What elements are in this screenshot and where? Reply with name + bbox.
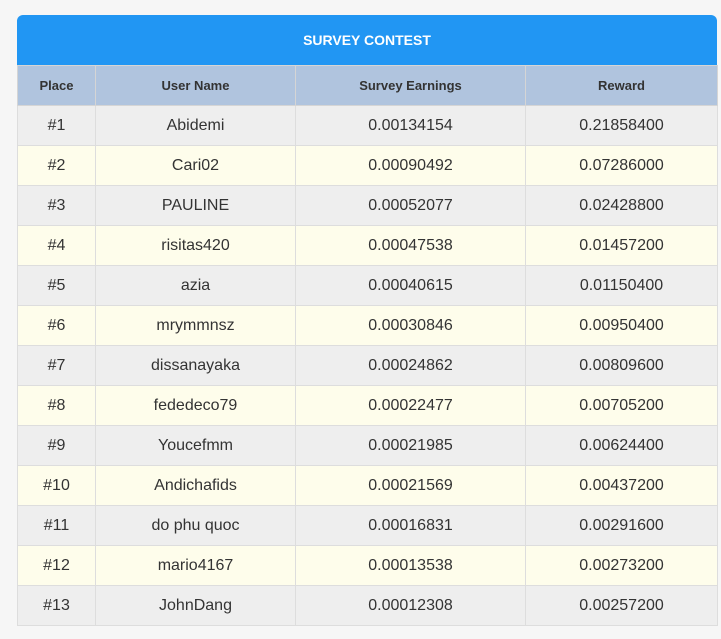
place-cell: #9: [17, 425, 96, 466]
column-header-survey-earnings: Survey Earnings: [295, 65, 526, 106]
table-row: #11 do phu quoc 0.00016831 0.00291600: [17, 505, 718, 546]
user-name-cell: Andichafids: [95, 465, 296, 506]
earnings-cell: 0.00024862: [295, 345, 526, 386]
place-cell: #2: [17, 145, 96, 186]
table-row: #4 risitas420 0.00047538 0.01457200: [17, 225, 718, 266]
user-name-cell: mrymmnsz: [95, 305, 296, 346]
earnings-cell: 0.00040615: [295, 265, 526, 306]
reward-cell: 0.02428800: [525, 185, 718, 226]
table-row: #12 mario4167 0.00013538 0.00273200: [17, 545, 718, 586]
earnings-cell: 0.00021985: [295, 425, 526, 466]
survey-contest-panel: SURVEY CONTEST Place User Name Survey Ea…: [17, 15, 718, 626]
table-header-row: Place User Name Survey Earnings Reward: [17, 65, 718, 106]
place-cell: #12: [17, 545, 96, 586]
earnings-cell: 0.00134154: [295, 105, 526, 146]
user-name-cell: Youcefmm: [95, 425, 296, 466]
earnings-cell: 0.00016831: [295, 505, 526, 546]
column-header-reward: Reward: [525, 65, 718, 106]
reward-cell: 0.00705200: [525, 385, 718, 426]
place-cell: #1: [17, 105, 96, 146]
reward-cell: 0.00950400: [525, 305, 718, 346]
reward-cell: 0.01457200: [525, 225, 718, 266]
user-name-cell: azia: [95, 265, 296, 306]
place-cell: #7: [17, 345, 96, 386]
table-row: #13 JohnDang 0.00012308 0.00257200: [17, 585, 718, 626]
earnings-cell: 0.00047538: [295, 225, 526, 266]
reward-cell: 0.07286000: [525, 145, 718, 186]
user-name-cell: do phu quoc: [95, 505, 296, 546]
column-header-user-name: User Name: [95, 65, 296, 106]
table-row: #1 Abidemi 0.00134154 0.21858400: [17, 105, 718, 146]
place-cell: #11: [17, 505, 96, 546]
table-row: #5 azia 0.00040615 0.01150400: [17, 265, 718, 306]
column-header-place: Place: [17, 65, 96, 106]
earnings-cell: 0.00022477: [295, 385, 526, 426]
reward-cell: 0.00437200: [525, 465, 718, 506]
reward-cell: 0.00809600: [525, 345, 718, 386]
user-name-cell: Cari02: [95, 145, 296, 186]
place-cell: #4: [17, 225, 96, 266]
table-row: #9 Youcefmm 0.00021985 0.00624400: [17, 425, 718, 466]
user-name-cell: PAULINE: [95, 185, 296, 226]
earnings-cell: 0.00052077: [295, 185, 526, 226]
user-name-cell: fededeco79: [95, 385, 296, 426]
user-name-cell: dissanayaka: [95, 345, 296, 386]
leaderboard-table: Place User Name Survey Earnings Reward #…: [17, 65, 718, 626]
user-name-cell: JohnDang: [95, 585, 296, 626]
table-row: #2 Cari02 0.00090492 0.07286000: [17, 145, 718, 186]
earnings-cell: 0.00090492: [295, 145, 526, 186]
user-name-cell: mario4167: [95, 545, 296, 586]
reward-cell: 0.00291600: [525, 505, 718, 546]
reward-cell: 0.01150400: [525, 265, 718, 306]
earnings-cell: 0.00013538: [295, 545, 526, 586]
user-name-cell: Abidemi: [95, 105, 296, 146]
place-cell: #3: [17, 185, 96, 226]
table-row: #7 dissanayaka 0.00024862 0.00809600: [17, 345, 718, 386]
earnings-cell: 0.00012308: [295, 585, 526, 626]
reward-cell: 0.00257200: [525, 585, 718, 626]
contest-title: SURVEY CONTEST: [17, 15, 717, 65]
table-row: #10 Andichafids 0.00021569 0.00437200: [17, 465, 718, 506]
table-row: #8 fededeco79 0.00022477 0.00705200: [17, 385, 718, 426]
reward-cell: 0.00624400: [525, 425, 718, 466]
table-row: #3 PAULINE 0.00052077 0.02428800: [17, 185, 718, 226]
table-row: #6 mrymmnsz 0.00030846 0.00950400: [17, 305, 718, 346]
reward-cell: 0.21858400: [525, 105, 718, 146]
place-cell: #10: [17, 465, 96, 506]
place-cell: #13: [17, 585, 96, 626]
place-cell: #6: [17, 305, 96, 346]
place-cell: #8: [17, 385, 96, 426]
user-name-cell: risitas420: [95, 225, 296, 266]
earnings-cell: 0.00030846: [295, 305, 526, 346]
earnings-cell: 0.00021569: [295, 465, 526, 506]
reward-cell: 0.00273200: [525, 545, 718, 586]
place-cell: #5: [17, 265, 96, 306]
